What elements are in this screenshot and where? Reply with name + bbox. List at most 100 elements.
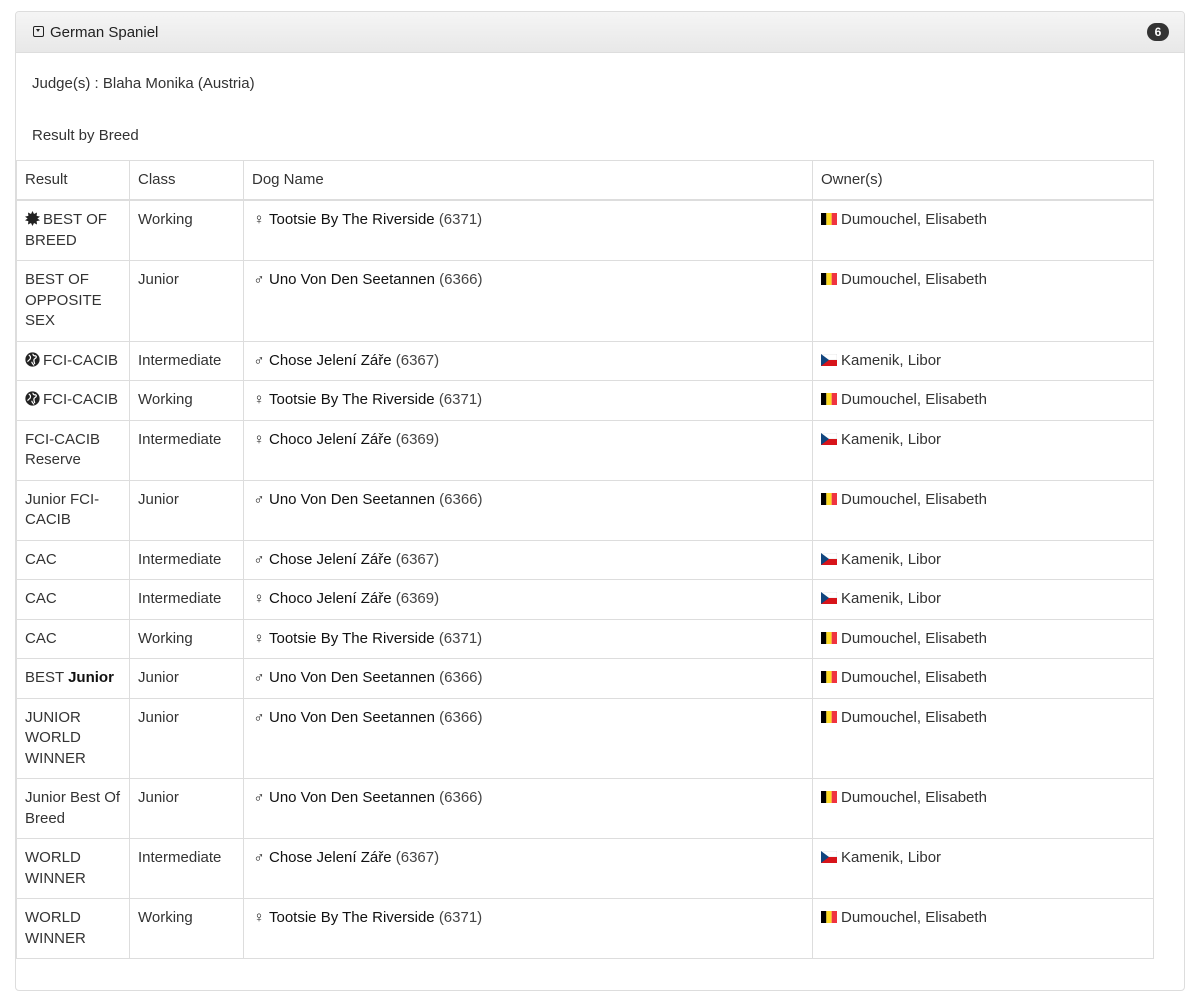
result-prefix: BEST bbox=[25, 669, 64, 686]
judges-info: Judge(s) : Blaha Monika (Austria) bbox=[32, 75, 255, 92]
belgium-flag-icon bbox=[821, 492, 837, 505]
class-cell: Junior bbox=[129, 697, 244, 779]
result-cell: CAC bbox=[16, 618, 130, 659]
owner-name: Kamenik, Libor bbox=[841, 430, 942, 448]
result-cell: BEST OF OPPOSITE SEX bbox=[16, 260, 130, 342]
table-row: WORLD WINNER Intermediate ♂ Chose Jelení Zá… bbox=[16, 838, 1154, 899]
dog-name-link[interactable]: Tootsie By The Riverside bbox=[269, 909, 435, 926]
dog-name-link[interactable]: Uno Von Den Seetannen bbox=[269, 491, 435, 508]
owner-name: Kamenik, Libor bbox=[841, 849, 942, 866]
dog-name-link[interactable]: Uno Von Den Seetannen bbox=[269, 709, 435, 726]
dog-name-link[interactable]: Chose Jelení Záře bbox=[269, 551, 392, 568]
result-cell: WORLD WINNER bbox=[16, 838, 130, 899]
dog-catalog-number: (6367) bbox=[395, 550, 440, 568]
results-table: Result Class Dog Name Owner(s) BEST OF B… bbox=[16, 160, 1154, 959]
czech-flag-icon bbox=[821, 552, 837, 565]
dog-name-link[interactable]: Choco Jelení Záře bbox=[269, 590, 392, 607]
section-subtitle: Result by Breed bbox=[32, 127, 139, 144]
czech-flag-icon bbox=[821, 353, 837, 366]
female-icon: ♀ bbox=[253, 211, 265, 228]
dog-catalog-number: (6369) bbox=[395, 590, 440, 607]
dog-name-link[interactable]: Uno Von Den Seetannen bbox=[269, 669, 435, 686]
dog-name-link[interactable]: Choco Jelení Záře bbox=[269, 431, 392, 448]
owner-cell: Dumouchel, Elisabeth bbox=[812, 618, 1154, 659]
dog-name-link[interactable]: Uno Von Den Seetannen bbox=[269, 789, 435, 806]
male-icon: ♂ bbox=[253, 708, 265, 726]
result-label: Junior FCI-CACIB bbox=[25, 490, 100, 529]
result-label: WORLD WINNER bbox=[25, 909, 86, 947]
dog-name-cell: ♀ Choco Jelení Záře (6369) bbox=[243, 579, 813, 620]
male-icon: ♂ bbox=[253, 490, 265, 508]
dog-name-cell: ♂ Uno Von Den Seetannen (6366) bbox=[243, 778, 813, 839]
dog-catalog-number: (6366) bbox=[439, 271, 483, 288]
result-label: WORLD WINNER bbox=[25, 849, 86, 887]
result-cell: WORLD WINNER bbox=[16, 898, 130, 959]
owner-cell: Dumouchel, Elisabeth bbox=[812, 697, 1154, 779]
class-cell: Intermediate bbox=[129, 539, 244, 580]
owner-name: Dumouchel, Elisabeth bbox=[841, 211, 987, 228]
dog-name-cell: ♀ Tootsie By The Riverside (6371) bbox=[243, 199, 813, 261]
table-row: CAC Intermediate ♀ Choco Jelení Záře (6369)… bbox=[16, 579, 1154, 620]
breed-panel-header[interactable]: German Spaniel 6 bbox=[16, 12, 1184, 53]
dog-catalog-number: (6371) bbox=[438, 391, 483, 408]
dog-name-link[interactable]: Uno Von Den Seetannen bbox=[269, 271, 435, 288]
czech-flag-icon bbox=[821, 851, 837, 863]
table-row: FCI-CACIB Reserve Intermediate ♀ Choco Jele… bbox=[16, 419, 1154, 481]
entry-count-badge: 6 bbox=[1147, 23, 1169, 41]
result-cell: Junior FCI-CACIB bbox=[16, 479, 130, 541]
table-row: BEST Junior Junior ♂ Uno Von Den Seetannen … bbox=[16, 658, 1154, 699]
owner-cell: Dumouchel, Elisabeth bbox=[812, 898, 1154, 959]
class-cell: Intermediate bbox=[129, 579, 244, 620]
dog-catalog-number: (6369) bbox=[395, 430, 440, 448]
female-icon: ♀ bbox=[253, 430, 265, 448]
result-cell: FCI-CACIB Reserve bbox=[16, 419, 130, 481]
female-icon: ♀ bbox=[253, 909, 265, 926]
table-row: CAC Working ♀ Tootsie By The Riverside (637… bbox=[16, 618, 1154, 659]
owner-name: Dumouchel, Elisabeth bbox=[841, 490, 987, 508]
dog-name-cell: ♂ Uno Von Den Seetannen (6366) bbox=[243, 479, 813, 541]
dog-name-link[interactable]: Tootsie By The Riverside bbox=[269, 211, 435, 228]
result-label: Junior Best Of Breed bbox=[25, 789, 121, 827]
collapse-toggle-icon[interactable] bbox=[33, 25, 44, 37]
dog-name-link[interactable]: Chose Jelení Záře bbox=[269, 352, 392, 369]
result-cell: CAC bbox=[16, 579, 130, 620]
owner-name: Dumouchel, Elisabeth bbox=[841, 789, 987, 806]
owner-cell: Dumouchel, Elisabeth bbox=[812, 260, 1154, 342]
class-cell: Intermediate bbox=[129, 340, 244, 381]
result-label: FCI-CACIB bbox=[43, 391, 118, 408]
result-cell: FCI-CACIB bbox=[16, 340, 130, 381]
owner-name: Dumouchel, Elisabeth bbox=[841, 391, 987, 408]
class-cell: Junior bbox=[129, 260, 244, 342]
owner-cell: Dumouchel, Elisabeth bbox=[812, 479, 1154, 541]
owner-cell: Kamenik, Libor bbox=[812, 539, 1154, 580]
belgium-flag-icon bbox=[821, 791, 837, 803]
class-cell: Working bbox=[129, 618, 244, 659]
dog-name-cell: ♀ Tootsie By The Riverside (6371) bbox=[243, 898, 813, 959]
dog-name-link[interactable]: Tootsie By The Riverside bbox=[269, 391, 435, 408]
breed-title: German Spaniel bbox=[50, 23, 159, 41]
table-row: WORLD WINNER Working ♀ Tootsie By The River… bbox=[16, 898, 1154, 959]
dog-name-link[interactable]: Tootsie By The Riverside bbox=[269, 630, 435, 647]
dog-name-cell: ♂ Chose Jelení Záře (6367) bbox=[243, 539, 813, 580]
result-cell: Junior Best Of Breed bbox=[16, 778, 130, 839]
dog-name-link[interactable]: Chose Jelení Záře bbox=[269, 849, 392, 866]
column-header-result: Result bbox=[16, 160, 130, 201]
result-label: CAC bbox=[25, 629, 57, 647]
male-icon: ♂ bbox=[253, 271, 265, 288]
result-label: BEST OF OPPOSITE SEX bbox=[25, 271, 102, 329]
female-icon: ♀ bbox=[253, 629, 265, 647]
result-label: CAC bbox=[25, 590, 57, 607]
owner-name: Dumouchel, Elisabeth bbox=[841, 271, 987, 288]
dog-name-cell: ♂ Uno Von Den Seetannen (6366) bbox=[243, 260, 813, 342]
dog-catalog-number: (6366) bbox=[439, 490, 483, 508]
male-icon: ♂ bbox=[253, 550, 265, 568]
table-row: BEST OF BREED Working ♀ Tootsie By The Rive… bbox=[16, 199, 1154, 261]
owner-name: Dumouchel, Elisabeth bbox=[841, 669, 987, 686]
dog-name-cell: ♂ Uno Von Den Seetannen (6366) bbox=[243, 658, 813, 699]
owner-cell: Kamenik, Libor bbox=[812, 838, 1154, 899]
belgium-flag-icon bbox=[821, 671, 837, 683]
owner-name: Dumouchel, Elisabeth bbox=[841, 909, 987, 926]
dog-name-cell: ♂ Chose Jelení Záře (6367) bbox=[243, 340, 813, 381]
class-cell: Junior bbox=[129, 658, 244, 699]
result-cell: BEST Junior bbox=[16, 658, 130, 699]
